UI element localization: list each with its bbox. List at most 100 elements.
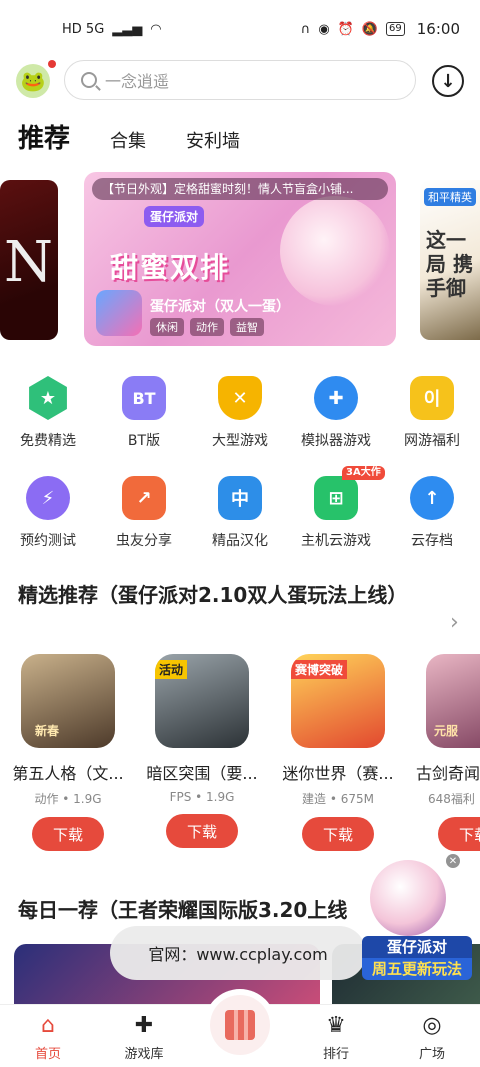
- app-card[interactable]: 赛博突破 迷你世界（赛... 建造 • 675M 下载: [274, 654, 402, 851]
- notification-dot: [48, 60, 56, 68]
- category-label: 模拟器游戏: [301, 433, 371, 449]
- translate-icon: 中: [218, 476, 262, 520]
- tab-collections[interactable]: 合集: [110, 127, 146, 153]
- nav-home[interactable]: ⌂ 首页: [8, 1013, 88, 1062]
- category-cloud-console[interactable]: ⊞ 3A大作 主机云游戏: [288, 466, 385, 550]
- banner-carousel: N 【节日外观】定格甜蜜时刻！情人节盲盒小铺... 蛋仔派对 甜蜜双排 蛋仔派对…: [0, 172, 480, 348]
- chevron-right-icon[interactable]: ›: [450, 610, 459, 635]
- headphones-icon: ∩: [300, 21, 311, 37]
- app-meta: 动作 • 1.9G: [34, 792, 102, 806]
- download-button[interactable]: 下载: [166, 814, 238, 848]
- category-online-benefits[interactable]: 이 网游福利: [384, 376, 480, 450]
- cloud-controller-icon: ⊞ 3A大作: [314, 466, 385, 520]
- category-cloud-save[interactable]: ↑ 云存档: [384, 476, 480, 550]
- app-icon: 赛博突破: [291, 654, 385, 748]
- plaza-icon: ◎: [422, 1013, 442, 1038]
- nav-label: 广场: [418, 1047, 445, 1062]
- nav-label: 首页: [34, 1047, 61, 1062]
- app-corner-tag: 赛博突破: [291, 660, 348, 679]
- share-icon: ↗: [122, 476, 166, 520]
- avatar[interactable]: 🐸: [16, 64, 50, 98]
- category-row: ⚡ 预约测试 ↗ 虫友分享 中 精品汉化 ⊞ 3A大作 主机云游戏 ↑ 云存档: [0, 466, 480, 576]
- banner-next-card[interactable]: 和平精英 这一局 携手御: [420, 180, 480, 340]
- tab-recommend[interactable]: 推荐: [18, 118, 70, 155]
- category-bt[interactable]: BT BT版: [96, 376, 192, 450]
- nav-label: 游戏库: [124, 1047, 164, 1062]
- category-reservation[interactable]: ⚡ 预约测试: [0, 476, 96, 550]
- floating-ad[interactable]: ✕ 蛋仔派对 周五更新玩法: [358, 852, 472, 994]
- banner-next-top: 和平精英: [424, 188, 476, 206]
- toast-message: 官网：www.ccplay.com: [110, 926, 366, 980]
- nav-label: 排行: [322, 1047, 349, 1062]
- banner-game-thumbnail: [96, 290, 142, 336]
- category-label: 网游福利: [404, 433, 460, 449]
- download-button[interactable]: 下载: [32, 817, 104, 851]
- gamepad-icon: ✚: [314, 376, 358, 420]
- eye-icon: ◉: [318, 21, 330, 37]
- category-user-share[interactable]: ↗ 虫友分享: [96, 476, 192, 550]
- app-icon: 元服: [426, 654, 480, 748]
- top-bar: 🐸 一念逍遥 ↓: [0, 58, 480, 104]
- close-icon[interactable]: ✕: [446, 854, 460, 868]
- category-label: 云存档: [411, 533, 453, 549]
- app-meta: 建造 • 675M: [302, 792, 374, 806]
- ad-subtitle: 周五更新玩法: [362, 958, 472, 980]
- nav-center-button[interactable]: [210, 995, 270, 1055]
- banner-tag: 休闲: [150, 318, 184, 336]
- banner-game-logo: 蛋仔派对: [144, 206, 205, 227]
- signal-icon: ▂▃▅: [112, 21, 143, 37]
- banner-prev-letter: N: [4, 230, 53, 295]
- nav-plaza[interactable]: ◎ 广场: [392, 1013, 472, 1062]
- battery-indicator: 69: [386, 22, 405, 36]
- trophy-icon: ♛: [326, 1013, 346, 1038]
- gamepad-icon: ✚: [134, 1013, 154, 1038]
- banner-prev-card[interactable]: N: [0, 180, 58, 340]
- category-row: ★ 免费精选 BT BT版 ✕ 大型游戏 ✚ 模拟器游戏 이 网游福利: [0, 376, 480, 476]
- ad-title: 蛋仔派对: [362, 936, 472, 958]
- bottom-nav: ⌂ 首页 ✚ 游戏库 ♛ 排行 ◎ 广场: [0, 995, 480, 1067]
- app-card[interactable]: 新春 第五人格（文... 动作 • 1.9G 下载: [4, 654, 132, 851]
- category-large-games[interactable]: ✕ 大型游戏: [192, 376, 288, 450]
- category-free-picks[interactable]: ★ 免费精选: [0, 376, 96, 450]
- aaa-badge: 3A大作: [342, 466, 385, 480]
- search-input[interactable]: 一念逍遥: [64, 60, 416, 100]
- app-meta: FPS • 1.9G: [169, 790, 235, 804]
- nav-game-library[interactable]: ✚ 游戏库: [104, 1013, 184, 1062]
- wifi-icon: ◠: [150, 21, 162, 37]
- banner-headline: 甜蜜双排: [110, 251, 231, 284]
- clock: 16:00: [416, 20, 460, 38]
- download-button[interactable]: 下载: [438, 817, 480, 851]
- download-manager-icon[interactable]: ↓: [432, 65, 464, 97]
- app-corner-tag: 活动: [155, 660, 188, 679]
- app-icon: 活动: [155, 654, 249, 748]
- banner-tag: 动作: [190, 318, 224, 336]
- alarm-icon: ⏰: [337, 21, 354, 37]
- gift-icon: 이: [410, 376, 454, 420]
- banner-tags: 休闲 动作 益智: [150, 318, 264, 336]
- app-name: 第五人格（文...: [12, 764, 124, 783]
- section-title-daily: 每日一荐（王者荣耀国际版3.20上线: [18, 898, 348, 922]
- category-grid: ★ 免费精选 BT BT版 ✕ 大型游戏 ✚ 模拟器游戏 이 网游福利 ⚡ 预约…: [0, 376, 480, 576]
- download-button[interactable]: 下载: [302, 817, 374, 851]
- category-emulator[interactable]: ✚ 模拟器游戏: [288, 376, 384, 450]
- category-label: 精品汉化: [212, 533, 268, 549]
- banner-next-text: 这一局 携手御: [426, 228, 473, 300]
- clock-icon: ⚡: [26, 476, 70, 520]
- category-label: 虫友分享: [116, 533, 172, 549]
- featured-app-list: 新春 第五人格（文... 动作 • 1.9G 下载 活动 暗区突围（要... F…: [0, 654, 480, 864]
- nav-ranking[interactable]: ♛ 排行: [296, 1013, 376, 1062]
- category-localized[interactable]: 中 精品汉化: [192, 476, 288, 550]
- app-card[interactable]: 活动 暗区突围（要... FPS • 1.9G 下载: [138, 654, 266, 848]
- banner-tag: 益智: [230, 318, 264, 336]
- star-icon: ★: [29, 376, 67, 420]
- app-card[interactable]: 元服 古剑奇闻 648福利 下载: [410, 654, 480, 851]
- category-label: 免费精选: [20, 433, 76, 449]
- banner-caption: 【节日外观】定格甜蜜时刻！情人节盲盒小铺...: [92, 178, 388, 200]
- tab-recommend-wall[interactable]: 安利墙: [186, 127, 240, 153]
- banner-character-art: [280, 196, 390, 306]
- app-name: 古剑奇闻: [416, 764, 480, 783]
- app-name: 迷你世界（赛...: [282, 764, 394, 783]
- status-bar: HD 5G ▂▃▅ ◠ ∩ ◉ ⏰ 🔕 69 16:00: [0, 0, 480, 58]
- banner-main-card[interactable]: 【节日外观】定格甜蜜时刻！情人节盲盒小铺... 蛋仔派对 甜蜜双排 蛋仔派对（双…: [84, 172, 396, 346]
- category-label: 主机云游戏: [301, 533, 371, 549]
